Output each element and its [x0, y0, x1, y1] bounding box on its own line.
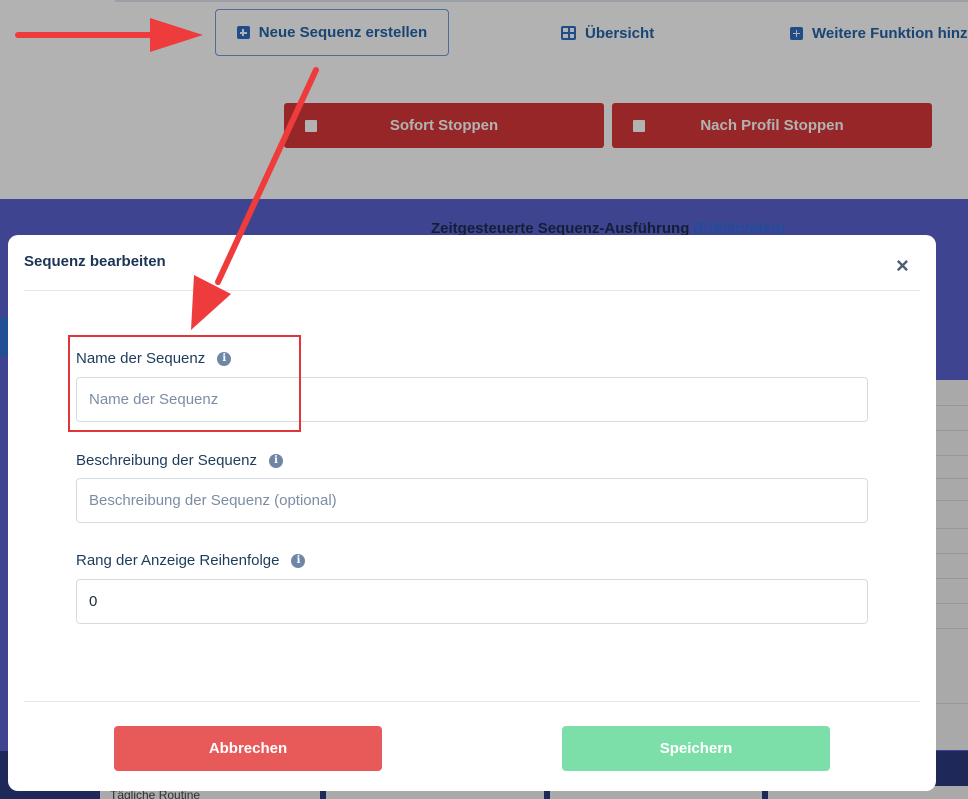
footer-divider — [24, 701, 920, 702]
cancel-button[interactable]: Abbrechen — [114, 726, 382, 771]
sequence-description-label: Beschreibung der Sequenz i — [76, 452, 283, 469]
modal-title: Sequenz bearbeiten — [24, 253, 166, 270]
annotation-highlight-box — [68, 335, 301, 432]
close-icon[interactable]: × — [896, 255, 909, 277]
header-divider — [24, 290, 920, 291]
info-icon[interactable]: i — [268, 453, 283, 468]
display-rank-input[interactable] — [76, 579, 868, 624]
save-button[interactable]: Speichern — [562, 726, 830, 771]
sequence-description-label-text: Beschreibung der Sequenz — [76, 452, 257, 469]
edit-sequence-modal: Sequenz bearbeiten × Name der Sequenz i … — [8, 235, 936, 791]
display-rank-label: Rang der Anzeige Reihenfolge i — [76, 552, 306, 569]
sequence-description-input[interactable] — [76, 478, 868, 523]
info-icon[interactable]: i — [291, 553, 306, 568]
display-rank-label-text: Rang der Anzeige Reihenfolge — [76, 552, 280, 569]
